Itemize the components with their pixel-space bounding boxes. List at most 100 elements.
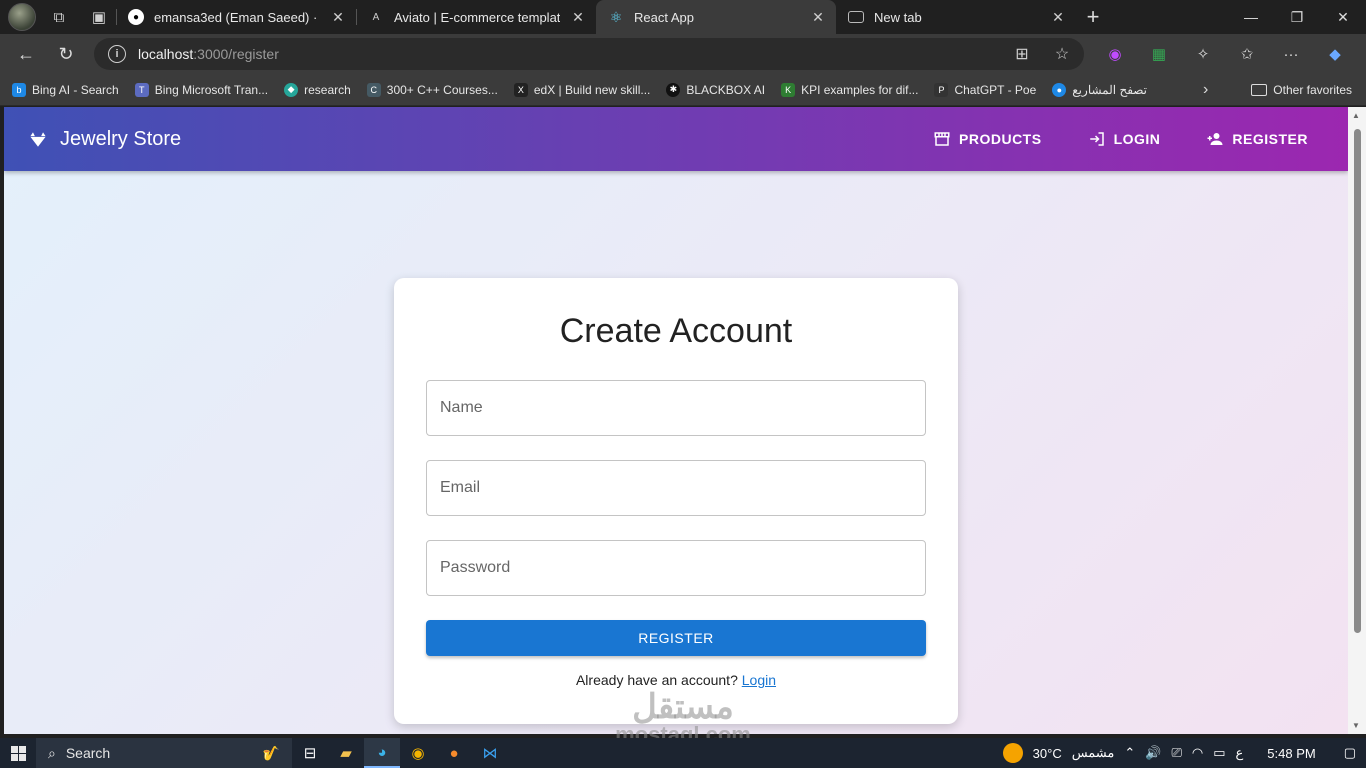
password-field [426, 540, 926, 596]
restore-icon[interactable]: ❐ [1274, 0, 1320, 34]
extension-copilot-icon[interactable]: ◉ [1096, 38, 1134, 70]
refresh-icon[interactable]: ↻ [46, 38, 86, 70]
cpp-icon: C [366, 82, 381, 97]
extensions-icon[interactable]: ✧ [1184, 38, 1222, 70]
scroll-up-icon[interactable]: ▲ [1352, 111, 1360, 120]
chrome-icon[interactable]: ◉ [400, 738, 436, 768]
address-bar[interactable]: i localhost:3000/register ⊞ ☆ [94, 38, 1084, 70]
browser-tab-strip: ⧉ ▣ ● emansa3ed (Eman Saeed) · GitHub ✕ … [0, 0, 1366, 34]
letter-a-icon: A [372, 11, 380, 23]
close-tab-icon[interactable]: ✕ [810, 9, 826, 26]
store-icon [934, 132, 950, 146]
more-menu-icon[interactable]: ··· [1272, 38, 1310, 70]
close-tab-icon[interactable]: ✕ [570, 9, 586, 26]
bookmark-item[interactable]: ✱ BLACKBOX AI [666, 82, 765, 97]
close-tab-icon[interactable]: ✕ [330, 9, 346, 26]
bookmark-item[interactable]: ● تصفح المشاريع [1052, 82, 1147, 97]
close-tab-icon[interactable]: ✕ [1050, 9, 1066, 26]
register-button[interactable]: REGISTER [426, 620, 926, 656]
windows-logo-icon [10, 745, 26, 761]
edx-icon: X [513, 82, 528, 97]
edge-icon[interactable]: ◕ [364, 738, 400, 768]
brand[interactable]: Jewelry Store [28, 128, 181, 151]
bookmark-item[interactable]: ◆ research [284, 82, 351, 97]
search-icon: ⌕ [48, 744, 56, 761]
notifications-icon[interactable]: ▢ [1344, 745, 1356, 761]
search-highlight-icon: 🎷 [262, 744, 280, 761]
chevron-up-icon[interactable]: ⌃ [1124, 745, 1135, 761]
url-text[interactable]: localhost:3000/register [138, 46, 996, 62]
bookmark-item[interactable]: K KPI examples for dif... [781, 82, 918, 97]
diamond-icon [29, 131, 47, 149]
browser-toolbar: ← ↻ i localhost:3000/register ⊞ ☆ ◉ ▦ ✧ … [0, 34, 1366, 74]
file-explorer-icon[interactable]: ▰ [328, 738, 364, 768]
bookmark-item[interactable]: b Bing AI - Search [12, 82, 119, 97]
mostaql-icon: ● [1052, 82, 1067, 97]
name-input[interactable] [427, 381, 925, 435]
minimize-icon[interactable]: — [1228, 0, 1274, 34]
blackbox-icon: ✱ [666, 82, 681, 97]
vscode-icon[interactable]: ⋈ [472, 738, 508, 768]
bing-icon: b [12, 82, 26, 97]
tab-title: React App [634, 9, 694, 25]
bookmark-item[interactable]: P ChatGPT - Poe [934, 82, 1036, 97]
research-icon: ◆ [284, 82, 299, 97]
kpi-icon: K [781, 82, 796, 97]
clock[interactable]: 5:48 PM [1267, 746, 1315, 761]
login-prompt: Already have an account? Login [575, 672, 777, 688]
device-icon[interactable]: ⎚ [1171, 745, 1181, 761]
site-info-icon[interactable]: i [108, 45, 126, 63]
nav-products[interactable]: PRODUCTS [917, 124, 1058, 154]
person-add-icon [1207, 133, 1223, 145]
translator-icon: T [134, 82, 149, 97]
extension-translate-icon[interactable]: ▦ [1140, 38, 1178, 70]
new-tab-button[interactable]: + [1076, 3, 1110, 31]
app-available-icon[interactable]: ⊞ [1008, 40, 1036, 68]
start-button[interactable] [0, 738, 36, 768]
scrollbar-thumb[interactable] [1354, 129, 1361, 633]
workspaces-icon[interactable]: ⧉ [42, 3, 76, 31]
close-window-icon[interactable]: ✕ [1320, 0, 1366, 34]
react-icon: ⚛ [609, 8, 623, 25]
other-favorites-folder[interactable]: Other favorites [1251, 83, 1352, 97]
chevron-right-icon[interactable]: › [1203, 81, 1208, 99]
login-link[interactable]: Login [742, 672, 776, 688]
tab-new-tab[interactable]: New tab ✕ [836, 0, 1076, 34]
bookmarks-bar: b Bing AI - Search T Bing Microsoft Tran..… [0, 74, 1366, 106]
tab-react-app[interactable]: ⚛ React App ✕ [596, 0, 836, 34]
speaker-icon[interactable]: 🔊 [1145, 745, 1161, 761]
email-input[interactable] [427, 461, 925, 515]
app-orange-icon[interactable]: ● [436, 738, 472, 768]
nav-register[interactable]: REGISTER [1190, 124, 1324, 154]
folder-icon [1251, 83, 1268, 96]
page-scrollbar[interactable]: ▲ ▼ [1348, 107, 1366, 734]
page-viewport: Jewelry Store PRODUCTS LOGIN REGISTER Cr… [4, 107, 1348, 734]
tab-github[interactable]: ● emansa3ed (Eman Saeed) · GitHub ✕ [116, 0, 356, 34]
page-title: Create Account [559, 312, 793, 350]
password-input[interactable] [427, 541, 925, 595]
login-icon [1089, 132, 1104, 146]
windows-taskbar: ⌕ Search 🎷 ⊟ ▰ ◕ ◉ ● ⋈ 30°C مشمس ⌃ 🔊 ⎚ ◠… [0, 738, 1366, 768]
wifi-icon[interactable]: ◠ [1192, 745, 1203, 761]
register-card: Create Account REGISTER Already have an … [394, 278, 958, 724]
taskbar-search[interactable]: ⌕ Search 🎷 [36, 738, 292, 768]
bookmark-item[interactable]: T Bing Microsoft Tran... [134, 82, 268, 97]
tab-aviato[interactable]: A Aviato | E-commerce template ✕ [356, 0, 596, 34]
profile-avatar[interactable] [8, 3, 36, 31]
favorites-icon[interactable]: ✩ [1228, 38, 1266, 70]
task-view-icon[interactable]: ⊟ [292, 738, 328, 768]
name-field [426, 380, 926, 436]
back-icon[interactable]: ← [6, 38, 46, 70]
nav-login[interactable]: LOGIN [1072, 124, 1177, 154]
scroll-down-icon[interactable]: ▼ [1352, 721, 1360, 730]
bookmark-item[interactable]: C 300+ C++ Courses... [366, 82, 498, 97]
tab-actions-icon[interactable]: ▣ [82, 3, 116, 31]
battery-icon[interactable]: ▭ [1213, 745, 1225, 761]
favorite-star-icon[interactable]: ☆ [1048, 40, 1076, 68]
bookmark-item[interactable]: XedX | Build new skill... [513, 82, 650, 97]
copilot-icon[interactable]: ◆ [1316, 38, 1354, 70]
new-tab-icon [848, 11, 864, 23]
app-header: Jewelry Store PRODUCTS LOGIN REGISTER [4, 107, 1348, 171]
tab-title: emansa3ed (Eman Saeed) · GitHub [154, 9, 320, 25]
weather-sun-icon[interactable] [1002, 743, 1023, 763]
